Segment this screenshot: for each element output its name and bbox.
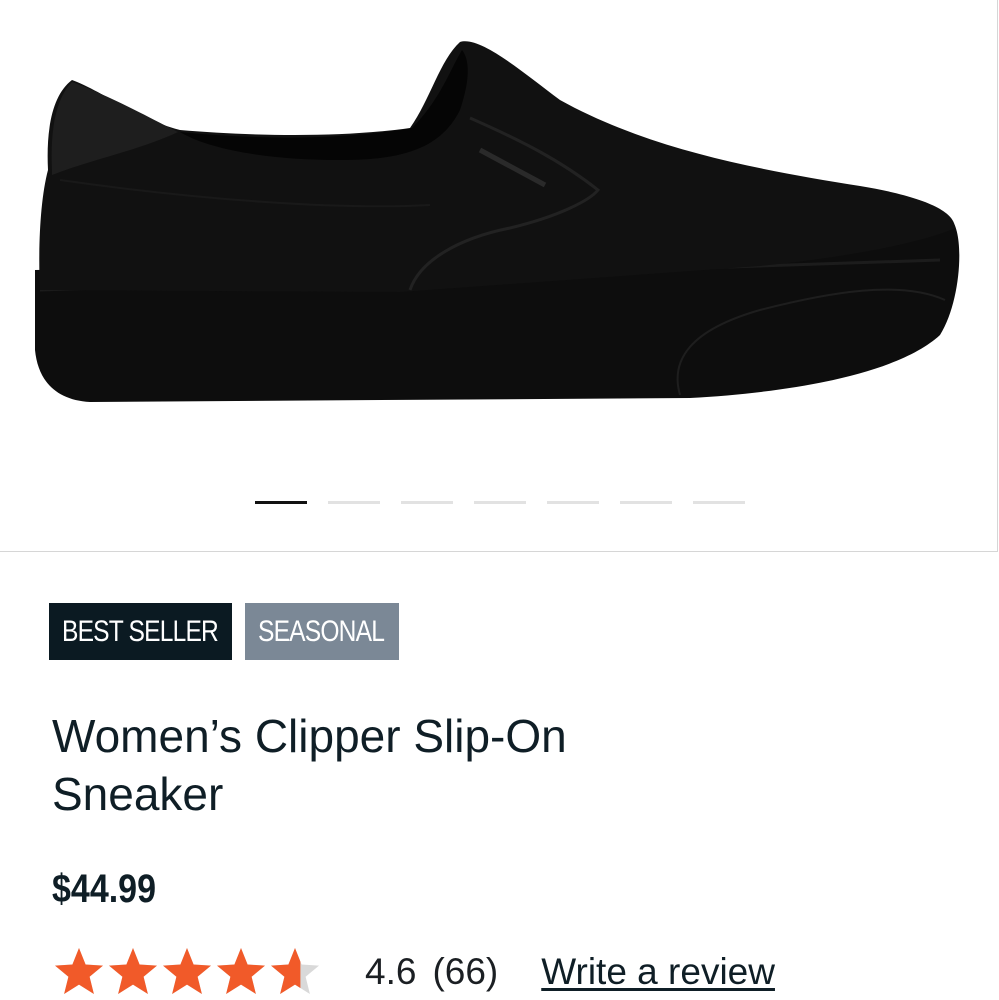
gallery-dot-4[interactable]	[474, 501, 526, 504]
product-badges: BEST SELLER SEASONAL	[49, 603, 399, 660]
gallery-dot-1[interactable]	[255, 501, 307, 504]
best-seller-badge: BEST SELLER	[49, 603, 232, 660]
gallery-dot-5[interactable]	[547, 501, 599, 504]
rating-count[interactable]: (66)	[432, 951, 498, 993]
gallery-dot-3[interactable]	[401, 501, 453, 504]
rating-score: 4.6	[365, 951, 417, 992]
gallery-pagination	[255, 501, 745, 504]
gallery-dot-6[interactable]	[620, 501, 672, 504]
write-review-link[interactable]: Write a review	[541, 951, 775, 993]
product-title: Women’s Clipper Slip-On Sneaker	[52, 710, 567, 820]
product-price: $44.99	[52, 867, 156, 911]
star-icon	[217, 948, 265, 994]
seasonal-badge: SEASONAL	[245, 603, 399, 660]
product-page: BEST SELLER SEASONAL Women’s Clipper Sli…	[0, 0, 999, 1000]
gallery-dot-7[interactable]	[693, 501, 745, 504]
product-image-gallery[interactable]	[0, 0, 998, 552]
star-icon	[271, 948, 319, 994]
star-icon	[55, 948, 103, 994]
star-icon	[163, 948, 211, 994]
gallery-dot-2[interactable]	[328, 501, 380, 504]
star-icon	[109, 948, 157, 994]
product-rating: 4.6 (66) Write a review	[52, 944, 775, 1000]
rating-stars[interactable]	[52, 945, 322, 999]
sneaker-image	[35, 41, 960, 402]
